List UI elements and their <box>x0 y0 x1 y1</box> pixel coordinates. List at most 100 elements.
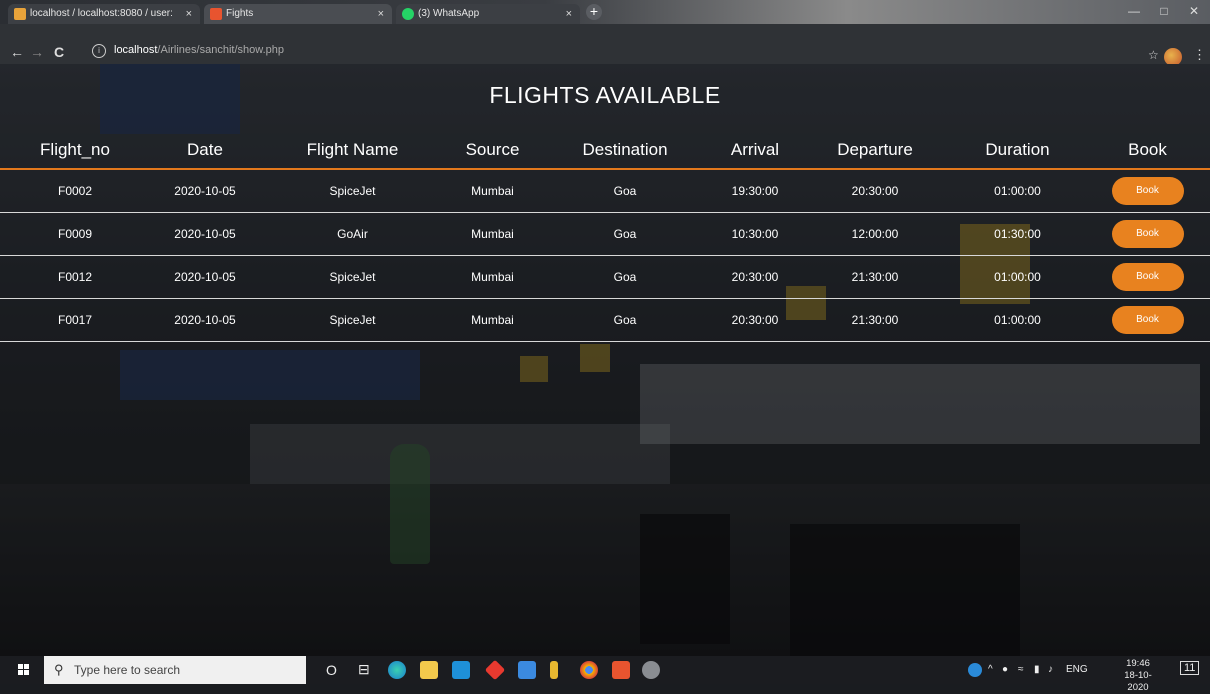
cell-departure: 21:30:00 <box>800 298 950 342</box>
book-button[interactable]: Book <box>1111 263 1184 291</box>
phpmyadmin-favicon-icon <box>14 8 26 20</box>
file-explorer-icon[interactable] <box>420 661 438 679</box>
cell-arrival: 20:30:00 <box>710 298 800 342</box>
chrome-icon[interactable] <box>580 661 598 679</box>
cell-departure: 12:00:00 <box>800 212 950 256</box>
url-path: /Airlines/sanchit/show.php <box>157 44 284 56</box>
column-header-departure: Departure <box>800 132 950 170</box>
cell-duration: 01:30:00 <box>950 212 1085 256</box>
column-header-destination: Destination <box>540 132 710 170</box>
app-generic-icon[interactable] <box>642 661 660 679</box>
url-host: localhost <box>114 44 158 56</box>
cell-flight-name: GoAir <box>260 212 445 256</box>
tab-whatsapp[interactable]: (3) WhatsApp × <box>396 4 580 24</box>
volume-icon[interactable]: ♪ <box>1048 664 1053 675</box>
clock[interactable]: 19:46 18-10-2020 <box>1116 658 1160 694</box>
help-tray-icon[interactable] <box>968 663 982 677</box>
close-tab-icon[interactable]: × <box>186 4 192 24</box>
people-tray-icon[interactable]: ● <box>1002 664 1008 675</box>
cell-date: 2020-10-05 <box>150 212 260 256</box>
url-field[interactable]: i localhost/Airlines/sanchit/show.php <box>92 41 1132 59</box>
back-arrow-icon[interactable]: ← <box>10 42 24 62</box>
column-header-source: Source <box>445 132 540 170</box>
cell-source: Mumbai <box>445 169 540 213</box>
book-button[interactable]: Book <box>1111 220 1184 248</box>
clock-time: 19:46 <box>1126 658 1150 669</box>
bolt-app-icon[interactable] <box>550 661 558 679</box>
xampp-icon[interactable] <box>612 661 630 679</box>
cell-book: Book <box>1085 255 1210 299</box>
cell-departure: 21:30:00 <box>800 255 950 299</box>
site-info-icon[interactable]: i <box>92 44 106 58</box>
cell-book: Book <box>1085 298 1210 342</box>
app-diamond-icon[interactable] <box>484 659 506 681</box>
forward-arrow-icon[interactable]: → <box>30 42 44 62</box>
clock-date: 18-10-2020 <box>1124 670 1152 693</box>
table-row: F0012 2020-10-05 SpiceJet Mumbai Goa 20:… <box>0 255 1210 299</box>
cell-flight-name: SpiceJet <box>260 169 445 213</box>
column-header-flight-name: Flight Name <box>260 132 445 170</box>
cell-flight-name: SpiceJet <box>260 255 445 299</box>
xampp-favicon-icon <box>210 8 222 20</box>
tab-flights[interactable]: Fights × <box>204 4 392 24</box>
wifi-icon[interactable]: ≈ <box>1018 664 1024 675</box>
taskbar-search-input[interactable]: ⚲ Type here to search <box>44 656 306 684</box>
flights-table: Flight_no Date Flight Name Source Destin… <box>0 132 1210 342</box>
close-tab-icon[interactable]: × <box>566 4 572 24</box>
cell-departure: 20:30:00 <box>800 169 950 213</box>
search-placeholder: Type here to search <box>74 663 181 677</box>
column-header-book: Book <box>1085 132 1210 170</box>
windows-start-icon[interactable] <box>18 664 30 676</box>
cell-flight-no: F0002 <box>0 169 150 213</box>
language-indicator[interactable]: ENG <box>1066 664 1088 675</box>
cell-destination: Goa <box>540 169 710 213</box>
task-view-icon[interactable]: ⊟ <box>358 661 370 678</box>
column-header-date: Date <box>150 132 260 170</box>
cell-arrival: 20:30:00 <box>710 255 800 299</box>
minimize-button[interactable]: — <box>1120 2 1148 20</box>
tab-phpmyadmin[interactable]: localhost / localhost:8080 / user: × <box>8 4 200 24</box>
cell-flight-name: SpiceJet <box>260 298 445 342</box>
notification-center-icon[interactable]: 11 <box>1180 661 1200 675</box>
browser-menu-icon[interactable]: ⋮ <box>1193 47 1206 63</box>
cell-book: Book <box>1085 169 1210 213</box>
cell-flight-no: F0012 <box>0 255 150 299</box>
tray-expand-icon[interactable]: ^ <box>988 664 993 675</box>
cell-book: Book <box>1085 212 1210 256</box>
edge-icon[interactable] <box>388 661 406 679</box>
close-window-button[interactable]: ✕ <box>1180 2 1208 20</box>
battery-icon[interactable]: ▮ <box>1034 664 1040 675</box>
new-tab-button[interactable]: + <box>586 4 602 20</box>
cortana-icon[interactable]: O <box>326 662 337 678</box>
cell-duration: 01:00:00 <box>950 169 1085 213</box>
cell-flight-no: F0017 <box>0 298 150 342</box>
table-row: F0009 2020-10-05 GoAir Mumbai Goa 10:30:… <box>0 212 1210 256</box>
cell-source: Mumbai <box>445 298 540 342</box>
page-content: FLIGHTS AVAILABLE Flight_no Date Flight … <box>0 64 1210 656</box>
cell-source: Mumbai <box>445 255 540 299</box>
cell-duration: 01:00:00 <box>950 255 1085 299</box>
windows-taskbar: ⚲ Type here to search O ⊟ ^ ● ≈ ▮ ♪ ENG … <box>0 656 1210 693</box>
cell-destination: Goa <box>540 255 710 299</box>
column-header-duration: Duration <box>950 132 1085 170</box>
cell-destination: Goa <box>540 212 710 256</box>
mail-icon[interactable] <box>452 661 470 679</box>
address-bar: ← → C i localhost/Airlines/sanchit/show.p… <box>0 24 1210 66</box>
table-row: F0002 2020-10-05 SpiceJet Mumbai Goa 19:… <box>0 169 1210 213</box>
cell-date: 2020-10-05 <box>150 255 260 299</box>
tab-title: Fights <box>226 8 254 19</box>
close-tab-icon[interactable]: × <box>378 4 384 24</box>
book-button[interactable]: Book <box>1111 177 1184 205</box>
cell-arrival: 10:30:00 <box>710 212 800 256</box>
reload-icon[interactable]: C <box>54 42 64 62</box>
dropbox-icon[interactable] <box>518 661 536 679</box>
cell-duration: 01:00:00 <box>950 298 1085 342</box>
table-header-row: Flight_no Date Flight Name Source Destin… <box>0 132 1210 170</box>
browser-tab-strip: localhost / localhost:8080 / user: × Fig… <box>0 0 1210 24</box>
bookmark-star-icon[interactable]: ☆ <box>1148 48 1159 62</box>
table-row: F0017 2020-10-05 SpiceJet Mumbai Goa 20:… <box>0 298 1210 342</box>
tab-title: (3) WhatsApp <box>418 8 480 19</box>
cell-date: 2020-10-05 <box>150 169 260 213</box>
book-button[interactable]: Book <box>1111 306 1184 334</box>
maximize-button[interactable]: □ <box>1150 2 1178 20</box>
